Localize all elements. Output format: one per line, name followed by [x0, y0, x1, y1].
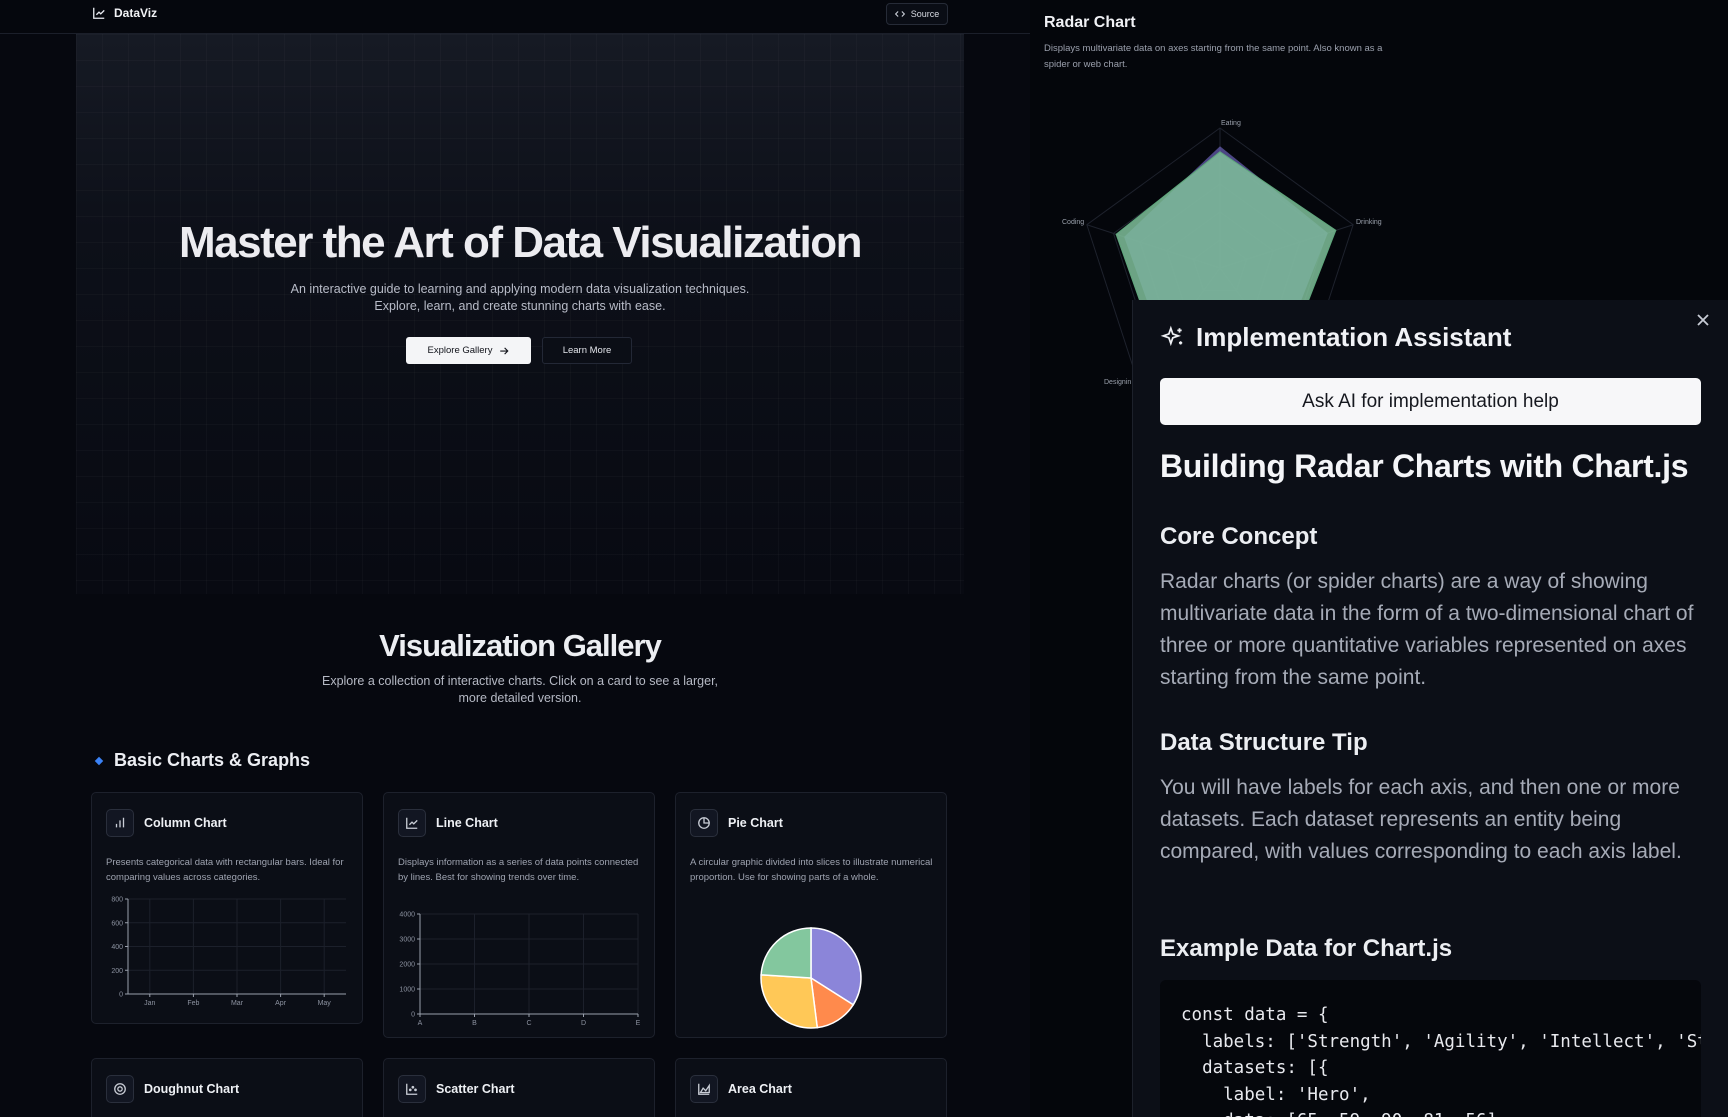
- app-logo[interactable]: DataViz: [92, 6, 157, 20]
- doc-paragraph-core-concept: Radar charts (or spider charts) are a wa…: [1160, 570, 1694, 689]
- card-header: Doughnut Chart: [106, 1075, 239, 1103]
- line-chart-preview: 0 1000 2000 3000 4000 A B C D E: [399, 912, 641, 1028]
- radar-label-eating: Eating: [1221, 120, 1241, 127]
- section-title: Basic Charts & Graphs: [94, 750, 311, 771]
- pie-chart-preview: [760, 927, 862, 1029]
- code-content: const data = { labels: ['Strength', 'Agi…: [1181, 1005, 1701, 1117]
- x-tick-label: Feb: [187, 1000, 199, 1007]
- x-tick-label: A: [418, 1020, 423, 1027]
- assistant-header: Implementation Assistant: [1160, 322, 1511, 353]
- x-tick-label: E: [636, 1020, 641, 1027]
- doc-heading-core-concept: Core Concept: [1160, 523, 1318, 550]
- pie-slice: [760, 974, 819, 1029]
- close-icon: [1697, 314, 1709, 326]
- diamond-bullet-icon: [94, 756, 104, 765]
- column-chart-preview: 0 200 400 600 800 Jan Feb Mar Apr May: [111, 897, 346, 1007]
- explore-gallery-button[interactable]: Explore Gallery: [406, 337, 531, 364]
- gallery-card-scatter-chart[interactable]: Scatter Chart: [383, 1058, 655, 1117]
- doughnut-chart-icon: [106, 1075, 134, 1103]
- card-title: Area Chart: [728, 1082, 792, 1096]
- card-header: Scatter Chart: [398, 1075, 515, 1103]
- source-button[interactable]: Source: [886, 3, 948, 25]
- scatter-chart-icon: [398, 1075, 426, 1103]
- gallery-card-pie-chart[interactable]: Pie Chart A circular graphic divided int…: [675, 792, 947, 1038]
- card-title: Doughnut Chart: [144, 1082, 240, 1096]
- gallery-title: Visualization Gallery: [379, 628, 662, 663]
- source-label: Source: [910, 9, 940, 19]
- card-header: Area Chart: [690, 1075, 792, 1103]
- sparkles-icon: [1160, 325, 1183, 346]
- hero-subtitle: An interactive guide to learning and app…: [290, 282, 750, 313]
- y-tick-label: 400: [111, 944, 123, 951]
- radar-label-drinking: Drinking: [1356, 219, 1382, 226]
- card-header: Line Chart: [398, 809, 498, 837]
- explore-gallery-label: Explore Gallery: [427, 345, 493, 356]
- doc-paragraph-data-structure: You will have labels for each axis, and …: [1160, 776, 1682, 863]
- card-title: Line Chart: [436, 816, 498, 830]
- card-description: Presents categorical data with rectangul…: [106, 857, 344, 883]
- y-tick-label: 0: [411, 1012, 415, 1019]
- doc-title: Building Radar Charts with Chart.js: [1160, 448, 1689, 484]
- x-tick-label: Mar: [231, 1000, 244, 1007]
- implementation-assistant-panel: Implementation Assistant Ask AI for impl…: [1132, 300, 1728, 1117]
- main-app: DataViz Source Master the Art of Data Vi…: [0, 0, 1030, 1117]
- x-tick-label: C: [526, 1020, 531, 1027]
- close-button[interactable]: [1691, 308, 1715, 332]
- pie-slice: [760, 927, 812, 979]
- y-tick-label: 800: [111, 897, 123, 904]
- card-title: Column Chart: [144, 816, 227, 830]
- arrow-right-icon: [500, 346, 510, 355]
- y-tick-label: 0: [119, 992, 123, 999]
- gallery-card-column-chart[interactable]: Column Chart Presents categorical data w…: [91, 792, 363, 1024]
- learn-more-button[interactable]: Learn More: [542, 337, 632, 364]
- x-tick-label: B: [472, 1020, 477, 1027]
- x-tick-label: D: [581, 1020, 586, 1027]
- section-title-text: Basic Charts & Graphs: [114, 750, 311, 770]
- code-icon: [894, 11, 905, 17]
- x-tick-label: May: [318, 1000, 332, 1007]
- code-block: const data = { labels: ['Strength', 'Agi…: [1160, 980, 1701, 1117]
- radar-description: Displays multivariate data on axes start…: [1044, 43, 1383, 70]
- card-header: Column Chart: [106, 809, 227, 837]
- radar-title: Radar Chart: [1044, 14, 1136, 31]
- y-tick-label: 1000: [399, 987, 415, 994]
- doc-heading-data-structure: Data Structure Tip: [1160, 729, 1368, 756]
- radar-label-designing: Designin: [1104, 379, 1131, 386]
- card-title: Pie Chart: [728, 816, 783, 830]
- bar-chart-icon: [106, 809, 134, 837]
- chart-logo-icon: [93, 7, 105, 19]
- y-tick-label: 600: [111, 920, 123, 927]
- gallery-card-area-chart[interactable]: Area Chart: [675, 1058, 947, 1117]
- area-chart-icon: [690, 1075, 718, 1103]
- doc-heading-example-data: Example Data for Chart.js: [1160, 935, 1453, 962]
- logo-text: DataViz: [114, 6, 158, 20]
- y-tick-label: 2000: [399, 962, 415, 969]
- top-bar: DataViz Source: [0, 0, 1030, 34]
- card-title: Scatter Chart: [436, 1082, 515, 1096]
- gallery-card-doughnut-chart[interactable]: Doughnut Chart: [91, 1058, 363, 1117]
- y-tick-label: 200: [111, 968, 123, 975]
- assistant-title: Implementation Assistant: [1196, 322, 1512, 352]
- hero-section: Master the Art of Data Visualization An …: [76, 34, 964, 594]
- line-chart-icon: [398, 809, 426, 837]
- radar-label-coding: Coding: [1062, 219, 1084, 226]
- y-tick-label: 4000: [399, 912, 415, 919]
- hero-title: Master the Art of Data Visualization: [179, 218, 862, 267]
- pie-chart-icon: [690, 809, 718, 837]
- x-tick-label: Apr: [275, 1000, 287, 1007]
- x-tick-label: Jan: [144, 1000, 155, 1007]
- gallery-card-line-chart[interactable]: Line Chart Displays information as a ser…: [383, 792, 655, 1038]
- ask-ai-button[interactable]: Ask AI for implementation help: [1160, 378, 1701, 425]
- card-header: Pie Chart: [690, 809, 783, 837]
- card-description: Displays information as a series of data…: [398, 857, 639, 883]
- card-description: A circular graphic divided into slices t…: [690, 857, 933, 883]
- y-tick-label: 3000: [399, 937, 415, 944]
- gallery-subtitle: Explore a collection of interactive char…: [321, 674, 719, 705]
